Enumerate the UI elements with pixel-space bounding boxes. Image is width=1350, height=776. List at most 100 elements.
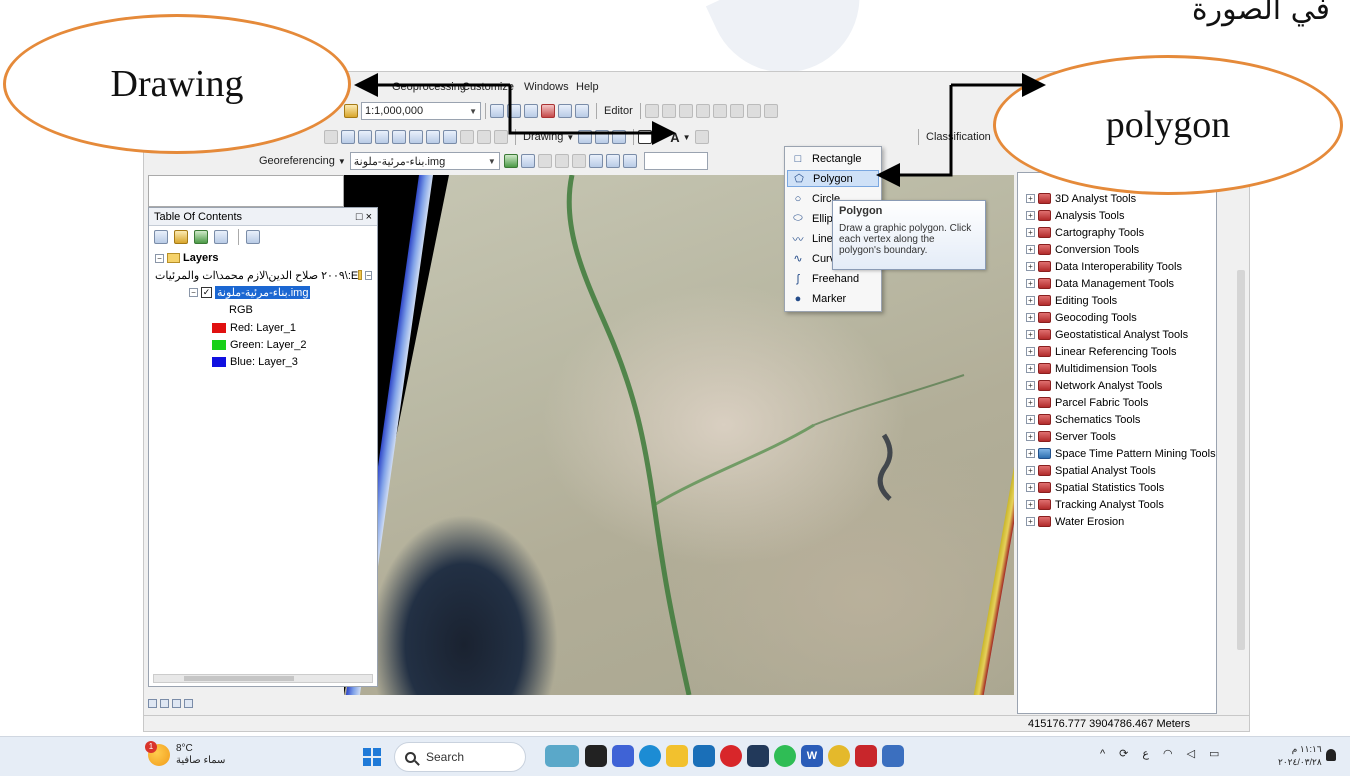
rotation-input[interactable] bbox=[643, 152, 708, 170]
raster-layer-name[interactable]: بناء-مرئية-ملونة.img bbox=[215, 285, 311, 299]
menu-item-marker[interactable]: ● Marker bbox=[787, 290, 879, 307]
auto-registration-icon[interactable] bbox=[520, 154, 535, 168]
collapse-icon[interactable]: − bbox=[365, 270, 372, 280]
sketch-icon[interactable] bbox=[661, 104, 676, 118]
expand-icon[interactable]: + bbox=[1026, 296, 1035, 305]
table-icon[interactable] bbox=[507, 104, 521, 118]
meet-icon[interactable] bbox=[612, 745, 634, 767]
classification-label[interactable]: Classification bbox=[923, 131, 994, 143]
toolbox-item[interactable]: + Server Tools bbox=[1026, 428, 1116, 445]
expand-icon[interactable]: + bbox=[1026, 194, 1035, 203]
word-icon[interactable]: W bbox=[801, 745, 823, 767]
catalog-icon[interactable] bbox=[524, 104, 538, 118]
toc-close-button[interactable]: □ × bbox=[356, 211, 372, 223]
expand-icon[interactable]: + bbox=[1026, 279, 1035, 288]
transparency-icon[interactable] bbox=[494, 130, 508, 144]
file-explorer-icon[interactable] bbox=[666, 745, 688, 767]
network-app-icon[interactable]: ⟳ bbox=[1119, 747, 1128, 760]
toolbox-item[interactable]: + Schematics Tools bbox=[1026, 411, 1140, 428]
landscape-app-icon[interactable] bbox=[545, 745, 579, 767]
raster-layer-node[interactable]: − ✓ بناء-مرئية-ملونة.img bbox=[189, 284, 311, 300]
task-view-icon[interactable] bbox=[585, 745, 607, 767]
menu-help[interactable]: Help bbox=[576, 81, 599, 93]
expand-icon[interactable]: + bbox=[1026, 313, 1035, 322]
view-link-table-icon[interactable] bbox=[588, 154, 603, 168]
flicker-icon[interactable] bbox=[477, 130, 491, 144]
menu-item-rectangle[interactable]: □ Rectangle bbox=[787, 150, 879, 167]
pause-drawing-icon[interactable] bbox=[184, 698, 193, 708]
layer-visibility-checkbox[interactable]: ✓ bbox=[201, 286, 212, 298]
new-rectangle-icon[interactable] bbox=[638, 130, 653, 144]
expand-icon[interactable]: + bbox=[1026, 398, 1035, 407]
toc-options-icon[interactable] bbox=[246, 230, 260, 244]
menu-windows[interactable]: Windows bbox=[524, 81, 569, 93]
identify-icon[interactable] bbox=[358, 130, 372, 144]
viewer-icon[interactable] bbox=[605, 154, 620, 168]
collapse-icon[interactable]: − bbox=[155, 253, 164, 263]
expand-icon[interactable]: + bbox=[1026, 415, 1035, 424]
toolbox-item[interactable]: + Parcel Fabric Tools bbox=[1026, 394, 1148, 411]
menu-item-freehand[interactable]: ʃ Freehand bbox=[787, 270, 879, 287]
store-icon[interactable] bbox=[747, 745, 769, 767]
toolbox-item[interactable]: + Editing Tools bbox=[1026, 292, 1117, 309]
expand-icon[interactable]: + bbox=[1026, 262, 1035, 271]
expand-icon[interactable]: + bbox=[1026, 517, 1035, 526]
chevron-down-icon[interactable]: ▼ bbox=[655, 133, 663, 142]
split-icon[interactable] bbox=[712, 104, 727, 118]
wifi-icon[interactable]: ◠ bbox=[1163, 747, 1173, 760]
editor-toolbar-icon[interactable] bbox=[490, 104, 504, 118]
whatsapp-icon[interactable] bbox=[774, 745, 796, 767]
collapse-icon[interactable]: − bbox=[189, 287, 198, 297]
layout-view-icon[interactable] bbox=[160, 698, 169, 708]
toolbox-item[interactable]: + Network Analyst Tools bbox=[1026, 377, 1162, 394]
expand-icon[interactable]: + bbox=[1026, 483, 1035, 492]
expand-icon[interactable]: + bbox=[1026, 500, 1035, 509]
chevron-up-icon[interactable]: ^ bbox=[1100, 748, 1105, 760]
list-by-selection-icon[interactable] bbox=[214, 230, 228, 244]
toolbox-item[interactable]: + Conversion Tools bbox=[1026, 241, 1139, 258]
toolbox-item[interactable]: + Geocoding Tools bbox=[1026, 309, 1137, 326]
toolbox-item[interactable]: + Cartography Tools bbox=[1026, 224, 1144, 241]
expand-icon[interactable]: + bbox=[1026, 347, 1035, 356]
toc-horizontal-scrollbar[interactable] bbox=[153, 674, 373, 683]
weather-widget[interactable]: 1 8°C سماء صافية bbox=[145, 741, 225, 767]
edge-browser-icon[interactable] bbox=[639, 745, 661, 767]
rotate-icon[interactable] bbox=[729, 104, 744, 118]
expand-icon[interactable]: + bbox=[1026, 449, 1035, 458]
editor-menu[interactable]: Editor bbox=[601, 105, 636, 117]
input-language[interactable]: ع bbox=[1142, 747, 1149, 760]
measure-icon[interactable] bbox=[409, 130, 423, 144]
rotation-icon[interactable] bbox=[622, 154, 637, 168]
georef-layer-combo[interactable]: بناء-مرئية-ملونة.img ▼ bbox=[349, 152, 500, 170]
add-control-points-icon[interactable] bbox=[503, 154, 518, 168]
volume-icon[interactable]: ◁ bbox=[1187, 747, 1195, 760]
edit-tool-icon[interactable] bbox=[644, 104, 659, 118]
expand-icon[interactable]: + bbox=[1026, 432, 1035, 441]
toolbox-item[interactable]: + Space Time Pattern Mining Tools bbox=[1026, 445, 1216, 462]
reshape-icon[interactable] bbox=[695, 104, 710, 118]
acrobat-icon[interactable] bbox=[855, 745, 877, 767]
xy-icon[interactable] bbox=[426, 130, 440, 144]
clear-selection-icon[interactable] bbox=[324, 130, 338, 144]
toolbox-item[interactable]: +3D Analyst Tools bbox=[1026, 190, 1136, 207]
zoom-whole-page-icon[interactable] bbox=[612, 130, 627, 144]
scale-raster-icon[interactable] bbox=[571, 154, 586, 168]
expand-icon[interactable]: + bbox=[1026, 228, 1035, 237]
html-popup-icon[interactable] bbox=[375, 130, 389, 144]
toolbox-item[interactable]: + Spatial Analyst Tools bbox=[1026, 462, 1156, 479]
toolbox-item[interactable]: + Data Management Tools bbox=[1026, 275, 1174, 292]
new-text-button[interactable]: A bbox=[667, 130, 682, 145]
layers-node[interactable]: − Layers bbox=[155, 250, 218, 266]
scale-combo[interactable]: 1:1,000,000 ▼ bbox=[361, 102, 481, 120]
arctoolbox-icon[interactable] bbox=[541, 104, 555, 118]
scrollbar-thumb[interactable] bbox=[184, 676, 294, 681]
chrome-icon[interactable] bbox=[828, 745, 850, 767]
start-button[interactable] bbox=[363, 748, 381, 766]
arcmap-taskbar-icon[interactable] bbox=[882, 745, 904, 767]
menu-geoprocessing[interactable]: Geoprocessing bbox=[392, 81, 466, 93]
taskbar-search[interactable]: Search bbox=[394, 742, 526, 772]
rotate-raster-icon[interactable] bbox=[537, 154, 552, 168]
expand-icon[interactable]: + bbox=[1026, 245, 1035, 254]
add-data-icon[interactable] bbox=[344, 104, 358, 118]
notification-bell-icon[interactable] bbox=[1326, 749, 1336, 761]
